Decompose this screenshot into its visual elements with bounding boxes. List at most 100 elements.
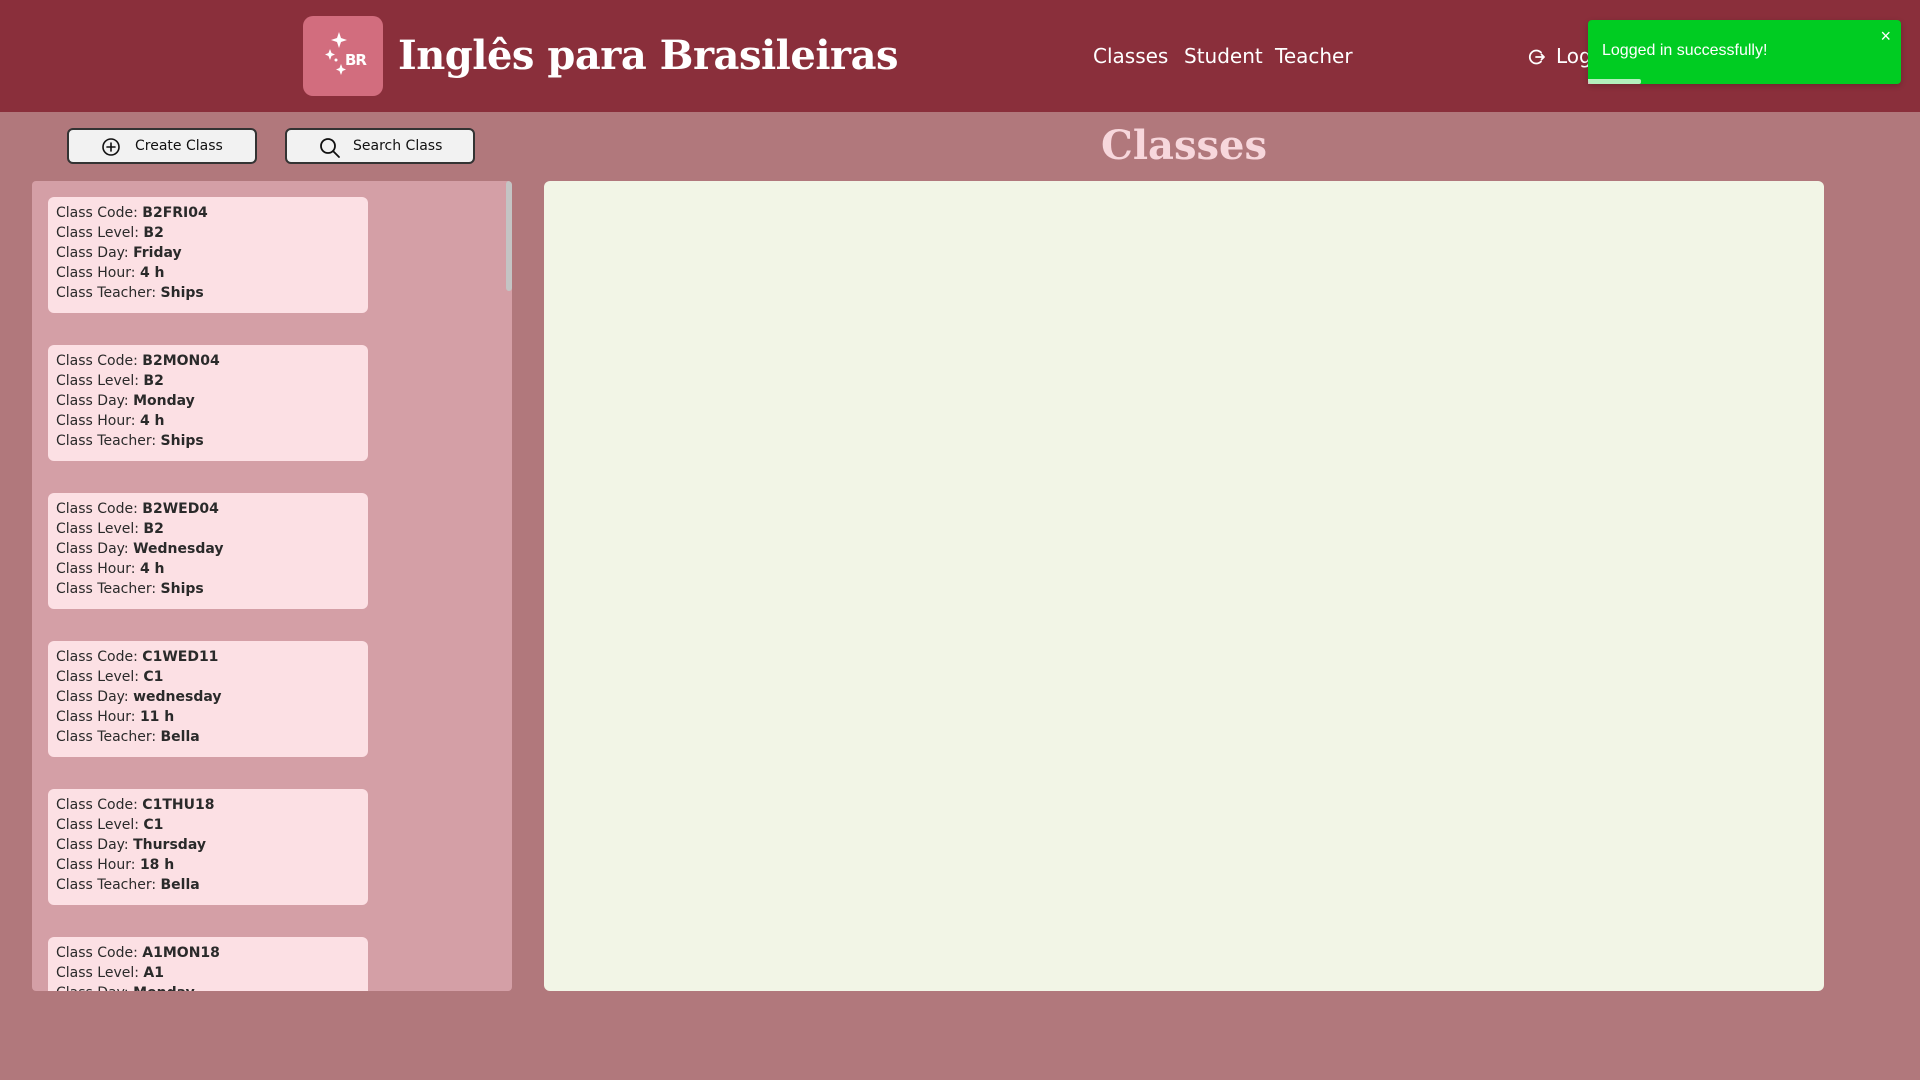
class-hour-value: 4 h [139,265,165,281]
nav-classes[interactable]: Classes [1093,40,1168,72]
class-hour-label: Class Hour: [56,561,140,577]
class-hour-value: 18 h [139,857,175,873]
class-level-value: B2 [143,521,164,537]
search-class-button[interactable]: Search Class [285,128,475,164]
toast-progress-bar [1588,79,1642,84]
logout-label: Log [1556,44,1588,68]
class-level-row: Class Level: A1 [56,963,360,983]
class-card[interactable]: Class Code: C1WED11 Class Level: C1 Class … [48,641,368,757]
class-day-row: Class Day: Monday [56,983,360,991]
class-day-value: Friday [133,245,182,261]
class-teacher-value: Ships [160,433,204,449]
class-hour-label: Class Hour: [56,265,140,281]
class-list[interactable]: Class Code: A1MON18 Class Level: A1 Class … [32,181,512,991]
class-code-row: Class Code: B2MON04 [56,351,360,371]
class-code-value: A1MON18 [142,945,220,961]
brand-title[interactable]: Inglês para Brasileiras [398,26,899,86]
class-hour-value: 11 h [139,709,175,725]
class-level-value: B2 [143,225,164,241]
class-card[interactable]: Class Code: A1MON18Class Level: A1Class … [48,937,368,991]
class-hour-row: Class Hour: 4 h [56,559,360,579]
class-teacher-label: Class Teacher: [56,729,161,745]
class-teacher-label: Class Teacher: [56,285,161,301]
class-teacher-row: Class Teacher: Ships [56,431,360,451]
toast-notification: Logged in successfully! × [1588,20,1901,84]
class-hour-row: Class Hour: 11 h [56,707,360,727]
class-card[interactable]: Class Code: B2FRI04 Class Level: B2 Class … [48,197,368,313]
class-day-row: Class Day: Friday [56,243,360,263]
class-code-row: Class Code: C1WED11 [56,647,360,667]
class-teacher-label: Class Teacher: [56,877,161,893]
class-level-row: Class Level: C1 [56,815,360,835]
class-day-value: Thursday [133,837,206,853]
logout-icon [1528,49,1545,65]
class-level-row: Class Level: C1 [56,667,360,687]
sparkle-icon [325,32,347,75]
class-day-label: Class Day: [56,837,134,853]
class-hour-row: Class Hour: 18 h [56,855,360,875]
class-code-row: Class Code: C1THU18 [56,795,360,815]
logo-letters: BR [345,51,367,69]
class-day-row: Class Day: wednesday [56,687,360,707]
class-card[interactable]: Class Code: C1THU18 Class Level: C1 Class … [48,789,368,905]
class-code-label: Class Code: [56,205,143,221]
logout-button[interactable]: Log [1528,40,1588,72]
class-day-value: Monday [133,393,195,409]
class-teacher-label: Class Teacher: [56,581,161,597]
nav-student[interactable]: Student [1184,40,1263,72]
class-teacher-row: Class Teacher: Bella [56,727,360,747]
class-code-label: Class Code: [56,353,143,369]
class-code-row: Class Code: B2FRI04 [56,203,360,223]
class-day-label: Class Day: [56,245,134,261]
class-teacher-row: Class Teacher: Ships [56,579,360,599]
class-day-label: Class Day: [56,985,133,991]
class-hour-row: Class Hour: 4 h [56,411,360,431]
plus-circle-icon [102,138,120,156]
class-level-label: Class Level: [56,373,144,389]
class-teacher-row: Class Teacher: Ships [56,283,360,303]
class-code-value: C1WED11 [142,649,219,665]
class-hour-row: Class Hour: 4 h [56,263,360,283]
brand-logo[interactable]: BR [303,16,383,96]
class-code-label: Class Code: [56,649,143,665]
class-teacher-value: Ships [160,581,204,597]
class-hour-label: Class Hour: [56,413,140,429]
class-level-value: C1 [143,669,164,685]
search-icon [320,138,340,158]
class-level-label: Class Level: [56,521,144,537]
class-detail-panel [544,181,1824,991]
class-level-label: Class Level: [56,669,144,685]
class-code-value: B2MON04 [142,353,220,369]
nav-teacher[interactable]: Teacher [1275,40,1353,72]
class-level-row: Class Level: B2 [56,371,360,391]
scrollbar-thumb[interactable] [506,181,512,291]
class-day-value: Wednesday [133,541,224,557]
class-hour-value: 4 h [139,413,165,429]
class-day-value: wednesday [133,689,222,705]
class-hour-value: 4 h [139,561,165,577]
class-level-value: A1 [143,965,164,981]
class-code-label: Class Code: [56,501,143,517]
toast-message: Logged in successfully! [1602,42,1768,59]
class-teacher-value: Bella [160,877,200,893]
class-level-label: Class Level: [56,225,144,241]
class-teacher-row: Class Teacher: Bella [56,875,360,895]
class-level-row: Class Level: B2 [56,519,360,539]
class-level-value: B2 [143,373,164,389]
class-level-label: Class Level: [56,965,144,981]
close-icon[interactable]: × [1880,26,1891,46]
class-teacher-label: Class Teacher: [56,433,161,449]
class-day-row: Class Day: Thursday [56,835,360,855]
class-code-value: B2FRI04 [142,205,208,221]
class-level-value: C1 [143,817,164,833]
class-code-value: C1THU18 [142,797,215,813]
class-card[interactable]: Class Code: B2WED04 Class Level: B2 Class … [48,493,368,609]
class-day-label: Class Day: [56,689,134,705]
create-class-label: Create Class [135,138,223,154]
class-level-row: Class Level: B2 [56,223,360,243]
class-card[interactable]: Class Code: B2MON04 Class Level: B2 Class … [48,345,368,461]
class-teacher-value: Bella [160,729,200,745]
create-class-button[interactable]: Create Class [67,128,257,164]
class-teacher-value: Ships [160,285,204,301]
class-code-row: Class Code: B2WED04 [56,499,360,519]
